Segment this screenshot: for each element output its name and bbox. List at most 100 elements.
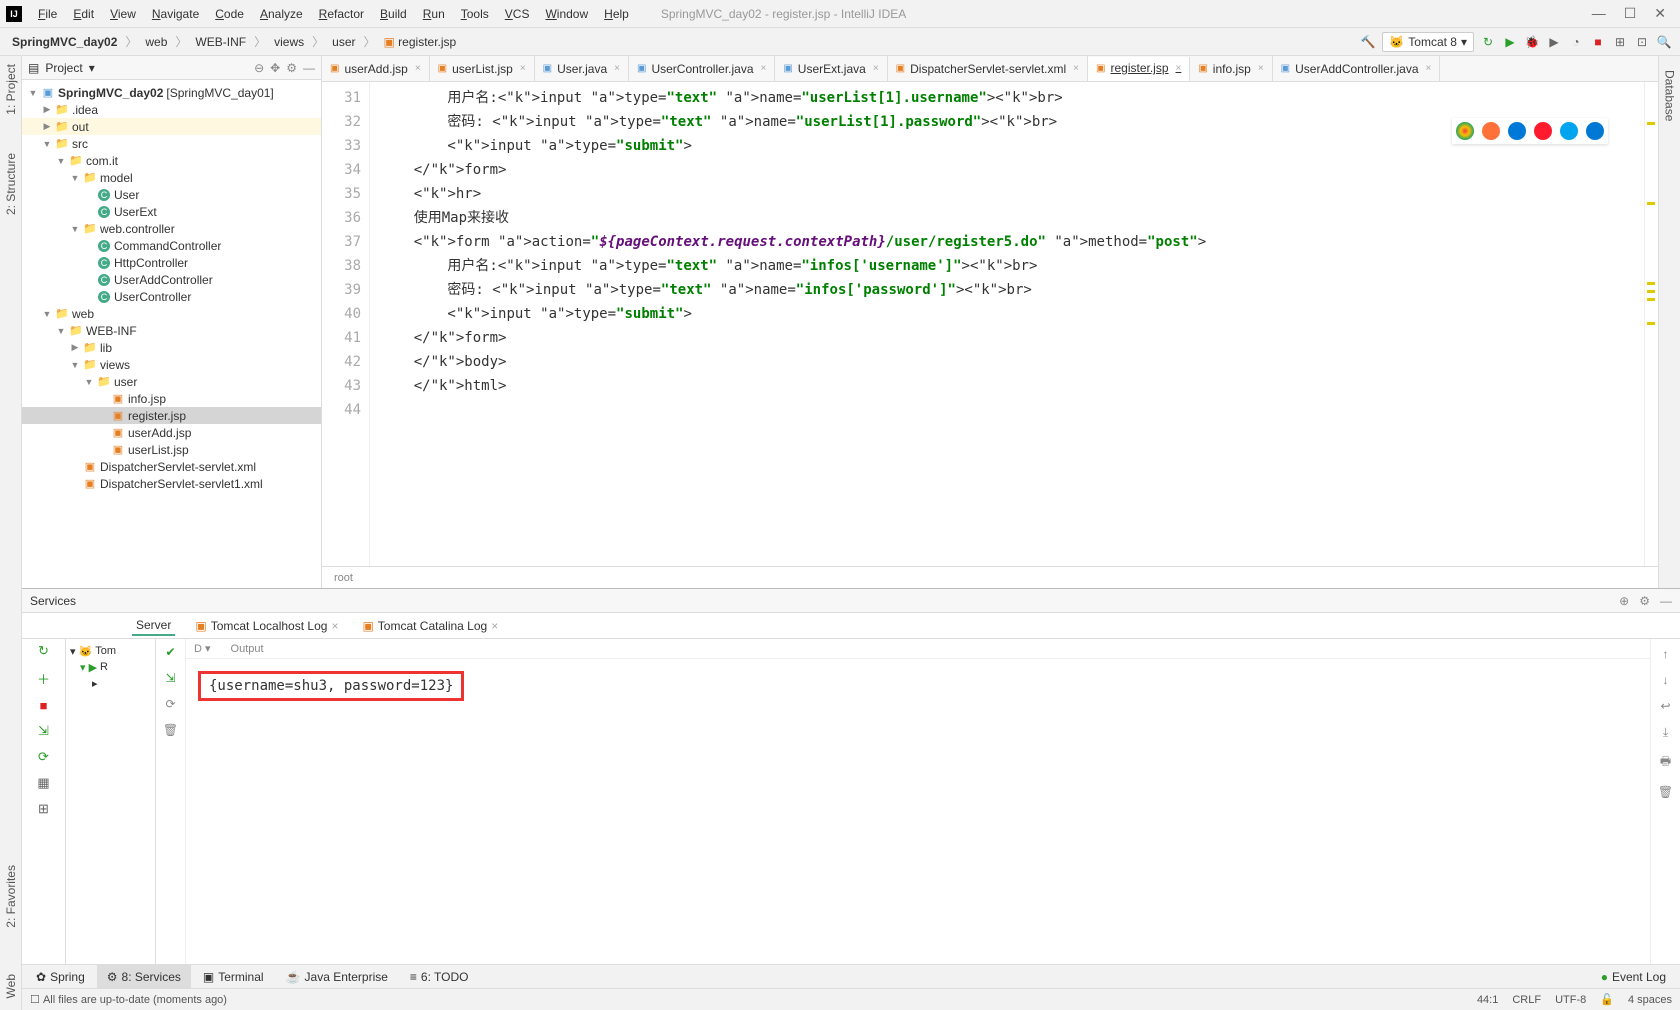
caret-position[interactable]: 44:1 — [1477, 994, 1498, 1006]
breadcrumb-item[interactable]: web — [141, 35, 171, 49]
minimize-button[interactable]: — — [1592, 5, 1606, 22]
editor-tab[interactable]: ▣userAdd.jsp× — [322, 56, 430, 81]
menu-edit[interactable]: Edit — [65, 7, 102, 21]
menu-help[interactable]: Help — [596, 7, 637, 21]
tree-node[interactable]: ▼src — [22, 135, 321, 152]
services-tree[interactable]: ▾ 🐱Tom ▾ ▶R ▸ — [66, 639, 156, 964]
debug-icon[interactable]: 🐞 — [1524, 34, 1540, 50]
editor-tab[interactable]: ▣UserAddController.java× — [1273, 56, 1441, 81]
editor-tab[interactable]: ▣info.jsp× — [1190, 56, 1272, 81]
editor-tab[interactable]: ▣UserController.java× — [629, 56, 775, 81]
tree-node[interactable]: ▼web — [22, 305, 321, 322]
tree-node[interactable]: ▶out — [22, 118, 321, 135]
menu-view[interactable]: View — [102, 7, 144, 21]
tree-node[interactable]: ▼web.controller — [22, 220, 321, 237]
structure-icon[interactable]: ⊞ — [1612, 34, 1628, 50]
breadcrumb-item[interactable]: ▣ register.jsp — [380, 35, 461, 49]
project-tree[interactable]: ▼SpringMVC_day02 [SpringMVC_day01]▶.idea… — [22, 80, 321, 588]
tree-node[interactable]: ▼WEB-INF — [22, 322, 321, 339]
tree-node[interactable]: info.jsp — [22, 390, 321, 407]
database-toolwindow-tab[interactable]: Database — [1661, 66, 1679, 125]
tree-node[interactable]: UserExt — [22, 203, 321, 220]
editor-tab[interactable]: ▣userList.jsp× — [430, 56, 535, 81]
tree-node[interactable]: UserAddController — [22, 271, 321, 288]
run-icon[interactable]: ▶ — [1502, 34, 1518, 50]
menu-tools[interactable]: Tools — [453, 7, 497, 21]
menu-analyze[interactable]: Analyze — [252, 7, 311, 21]
tree-node[interactable]: ▼model — [22, 169, 321, 186]
restart-icon[interactable]: ↻ — [1480, 34, 1496, 50]
gear-icon[interactable]: ⚙ — [286, 61, 297, 75]
gear-icon[interactable]: ⚙ — [1639, 594, 1650, 608]
update-icon[interactable]: ⟳ — [38, 749, 49, 765]
editor-tab[interactable]: ▣UserExt.java× — [775, 56, 887, 81]
layout-icon[interactable]: ⊞ — [38, 801, 49, 817]
services-tab[interactable]: Server — [132, 616, 175, 636]
tree-node[interactable]: ▼user — [22, 373, 321, 390]
output-tab-d[interactable]: D ▾ — [194, 642, 211, 655]
breadcrumb-item[interactable]: views — [270, 35, 308, 49]
code-editor[interactable]: 用户名:<"k">input "a">type="text" "a">name=… — [370, 82, 1644, 566]
tree-node[interactable]: CommandController — [22, 237, 321, 254]
filter-icon[interactable]: ▦ — [37, 775, 49, 791]
tree-node[interactable]: DispatcherServlet-servlet.xml — [22, 458, 321, 475]
run-config-selector[interactable]: 🐱 Tomcat 8 ▾ — [1382, 32, 1474, 52]
menu-build[interactable]: Build — [372, 7, 415, 21]
readonly-icon[interactable]: 🔓 — [1600, 993, 1614, 1006]
collapse-icon[interactable]: ⊖ — [254, 61, 264, 75]
settings-icon[interactable]: ⊡ — [1634, 34, 1650, 50]
tree-node[interactable]: DispatcherServlet-servlet1.xml — [22, 475, 321, 492]
scroll-end-icon[interactable]: ⤓ — [1663, 725, 1668, 740]
tree-node[interactable]: HttpController — [22, 254, 321, 271]
chrome-icon[interactable] — [1456, 122, 1474, 140]
menu-vcs[interactable]: VCS — [497, 7, 538, 21]
tree-node[interactable]: ▼com.it — [22, 152, 321, 169]
editor-tab[interactable]: ▣DispatcherServlet-servlet.xml× — [888, 56, 1088, 81]
services-tab[interactable]: ▣ Tomcat Localhost Log × — [191, 617, 342, 635]
stop-icon[interactable]: ■ — [40, 698, 48, 713]
breadcrumb-item[interactable]: user — [328, 35, 359, 49]
file-encoding[interactable]: UTF-8 — [1555, 994, 1586, 1006]
structure-toolwindow-tab[interactable]: 2: Structure — [2, 149, 20, 219]
chevron-down-icon[interactable]: ▾ — [89, 61, 95, 75]
project-toolwindow-tab[interactable]: 1: Project — [2, 60, 20, 119]
hide-icon[interactable]: — — [1660, 594, 1672, 608]
expand-icon[interactable]: ⊕ — [1619, 594, 1629, 608]
tree-node[interactable]: register.jsp — [22, 407, 321, 424]
safari-icon[interactable] — [1508, 122, 1526, 140]
menu-window[interactable]: Window — [537, 7, 596, 21]
stop-icon[interactable]: ■ — [1590, 34, 1606, 50]
event-log-tab[interactable]: ●Event Log — [1591, 965, 1676, 988]
tree-node[interactable]: userAdd.jsp — [22, 424, 321, 441]
web-toolwindow-tab[interactable]: Web — [2, 970, 20, 1002]
edge-icon[interactable] — [1586, 122, 1604, 140]
status-icon[interactable]: ☐ — [30, 993, 40, 1006]
search-icon[interactable]: 🔍 — [1656, 34, 1672, 50]
maximize-button[interactable]: ☐ — [1624, 5, 1637, 22]
indent-setting[interactable]: 4 spaces — [1628, 994, 1672, 1006]
deploy-icon[interactable]: ⇲ — [165, 671, 175, 685]
menu-refactor[interactable]: Refactor — [311, 7, 372, 21]
profile-icon[interactable]: ◔ — [1568, 34, 1584, 50]
line-ending[interactable]: CRLF — [1512, 994, 1541, 1006]
add-icon[interactable]: ＋ — [37, 669, 50, 688]
bottom-tab-spring[interactable]: ✿Spring — [26, 965, 95, 988]
clear-icon[interactable]: 🗑 — [1658, 785, 1673, 799]
menu-code[interactable]: Code — [207, 7, 252, 21]
scroll-down-icon[interactable]: ↓ — [1663, 673, 1669, 687]
coverage-icon[interactable]: ▶ — [1546, 34, 1562, 50]
tree-node[interactable]: ▶lib — [22, 339, 321, 356]
editor-tab[interactable]: ▣User.java× — [535, 56, 629, 81]
firefox-icon[interactable] — [1482, 122, 1500, 140]
tree-node[interactable]: UserController — [22, 288, 321, 305]
dump-icon[interactable]: 🗑 — [163, 723, 178, 737]
menu-navigate[interactable]: Navigate — [144, 7, 207, 21]
ie-icon[interactable] — [1560, 122, 1578, 140]
code-breadcrumb[interactable]: root — [322, 566, 1658, 588]
console-output[interactable]: {username=shu3, password=123} — [186, 659, 1650, 964]
breadcrumb-item[interactable]: WEB-INF — [191, 35, 250, 49]
menu-file[interactable]: File — [30, 7, 65, 21]
tree-node[interactable]: ▼views — [22, 356, 321, 373]
bottom-tab-java-enterprise[interactable]: ☕Java Enterprise — [276, 965, 398, 988]
menu-run[interactable]: Run — [415, 7, 453, 21]
